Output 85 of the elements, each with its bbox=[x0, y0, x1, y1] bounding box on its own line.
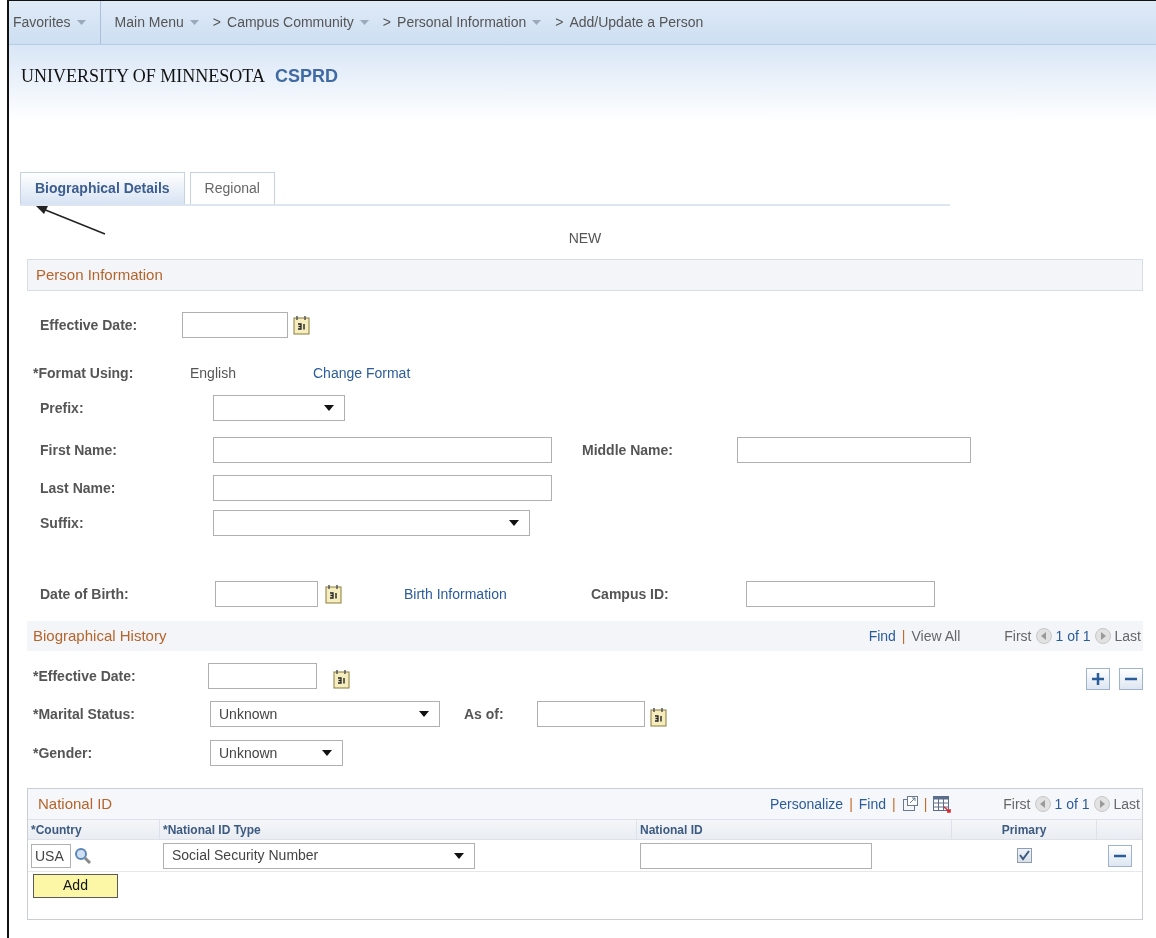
middle-name-field[interactable] bbox=[737, 437, 971, 463]
column-header: Primary bbox=[1001, 821, 1047, 839]
plus-icon bbox=[1092, 673, 1104, 685]
dropdown-arrow-icon bbox=[532, 20, 542, 25]
field-label: Date of Birth: bbox=[40, 584, 130, 604]
effective-date-field[interactable] bbox=[182, 312, 288, 338]
delete-row-button[interactable] bbox=[1119, 668, 1143, 690]
checkmark-icon bbox=[1019, 850, 1030, 861]
breadcrumb-item[interactable]: Campus Community bbox=[227, 12, 369, 33]
field-label: *Format Using: bbox=[33, 363, 135, 383]
dropdown-arrow-icon bbox=[189, 20, 199, 25]
breadcrumb-item[interactable]: Main Menu bbox=[114, 12, 199, 33]
field-label: *Gender: bbox=[33, 743, 94, 763]
dropdown-arrow-icon bbox=[322, 750, 332, 756]
campus-id-field[interactable] bbox=[746, 581, 935, 607]
annotation-arrow bbox=[35, 206, 107, 236]
first-name-field[interactable] bbox=[213, 437, 552, 463]
add-button[interactable]: Add bbox=[33, 873, 118, 898]
field-label: As of: bbox=[464, 704, 505, 724]
separator: | bbox=[892, 794, 896, 814]
primary-checkbox[interactable] bbox=[1017, 848, 1032, 863]
calendar-icon[interactable] bbox=[325, 584, 342, 604]
dropdown-arrow-icon bbox=[359, 20, 369, 25]
institution-name: UNIVERSITY OF MINNESOTA bbox=[21, 65, 265, 87]
spreadsheet-icon[interactable] bbox=[933, 795, 952, 813]
separator: | bbox=[849, 794, 853, 814]
last-name-field[interactable] bbox=[213, 475, 552, 501]
calendar-icon[interactable] bbox=[650, 707, 667, 727]
birth-information-link[interactable]: Birth Information bbox=[404, 583, 591, 605]
database-name: CSPRD bbox=[274, 65, 338, 87]
separator: | bbox=[901, 626, 906, 646]
calendar-icon[interactable] bbox=[293, 315, 310, 335]
national-id-type-dropdown[interactable]: Social Security Number bbox=[163, 842, 475, 869]
marital-status-dropdown[interactable]: Unknown bbox=[210, 701, 440, 727]
breadcrumb-item[interactable]: Personal Information bbox=[397, 12, 542, 33]
search-icon[interactable] bbox=[74, 846, 92, 865]
field-label: *Marital Status: bbox=[33, 704, 136, 724]
section-title: Person Information bbox=[36, 264, 163, 285]
add-row-button[interactable] bbox=[1086, 668, 1110, 690]
breadcrumb-item[interactable]: Add/Update a Person bbox=[569, 12, 704, 33]
format-value: English bbox=[190, 363, 237, 383]
field-label: Middle Name: bbox=[582, 440, 674, 460]
field-label: Suffix: bbox=[40, 513, 85, 533]
page-mode: NEW bbox=[568, 229, 602, 248]
new-window-icon[interactable] bbox=[901, 796, 918, 812]
change-format-link[interactable]: Change Format bbox=[313, 362, 411, 384]
separator: | bbox=[923, 794, 928, 814]
column-header: *Country bbox=[31, 821, 82, 839]
record-count: 1 of 1 bbox=[1054, 794, 1090, 814]
effective-date-field[interactable] bbox=[208, 663, 317, 689]
field-label: Last Name: bbox=[40, 478, 117, 498]
section-title: Biographical History bbox=[33, 625, 168, 646]
prefix-dropdown[interactable] bbox=[213, 395, 345, 421]
gender-dropdown[interactable]: Unknown bbox=[210, 740, 343, 766]
dropdown-arrow-icon bbox=[509, 520, 519, 526]
column-header: National ID bbox=[640, 821, 703, 839]
toolbar-link[interactable]: Find bbox=[868, 625, 896, 647]
field-label: Effective Date: bbox=[40, 315, 139, 335]
toolbar-link[interactable]: Personalize bbox=[769, 793, 844, 815]
breadcrumb-separator: > bbox=[212, 13, 222, 32]
suffix-dropdown[interactable] bbox=[213, 510, 530, 536]
field-label: Campus ID: bbox=[591, 584, 670, 604]
field-label: First Name: bbox=[40, 440, 119, 460]
field-label: Prefix: bbox=[40, 398, 85, 418]
grid-title: National ID bbox=[38, 793, 114, 814]
breadcrumb-separator: > bbox=[555, 13, 564, 32]
date-of-birth-field[interactable] bbox=[215, 581, 318, 607]
dropdown-arrow-icon bbox=[324, 405, 334, 411]
breadcrumb-item[interactable]: Favorites bbox=[13, 12, 86, 33]
toolbar-link[interactable]: View All bbox=[911, 625, 961, 647]
tab[interactable]: Biographical Details bbox=[20, 172, 185, 204]
field-label: *Effective Date: bbox=[33, 666, 137, 686]
country-field[interactable]: USA bbox=[31, 843, 71, 868]
delete-row-button[interactable] bbox=[1107, 844, 1132, 867]
national-id-field[interactable] bbox=[640, 842, 872, 869]
dropdown-arrow-icon bbox=[454, 852, 464, 859]
dropdown-arrow-icon bbox=[76, 20, 86, 25]
column-header: *National ID Type bbox=[163, 821, 261, 839]
record-count: 1 of 1 bbox=[1055, 626, 1091, 646]
dropdown-arrow-icon bbox=[419, 711, 429, 717]
tab[interactable]: Regional bbox=[189, 172, 275, 204]
calendar-icon[interactable] bbox=[333, 669, 350, 689]
breadcrumb-separator: > bbox=[382, 13, 392, 32]
toolbar-link[interactable]: Find bbox=[858, 793, 886, 815]
as-of-date-field[interactable] bbox=[537, 701, 645, 727]
